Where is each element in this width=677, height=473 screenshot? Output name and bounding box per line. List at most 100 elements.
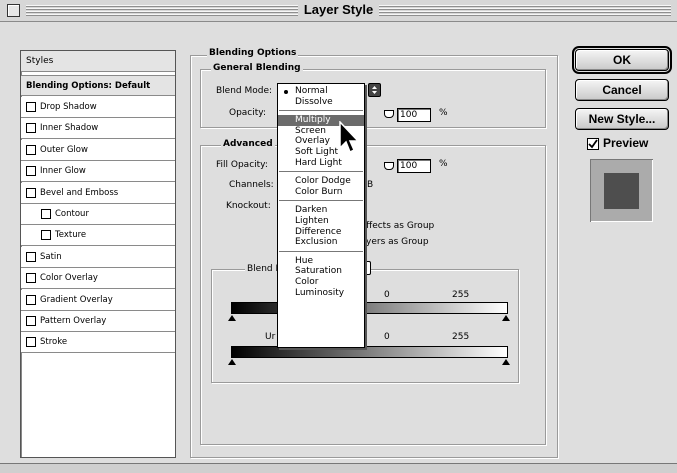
menu-item[interactable]: Color Dodge — [278, 176, 364, 187]
this-layer-low: 0 — [384, 290, 390, 300]
style-item[interactable]: Texture — [21, 225, 175, 247]
style-item[interactable]: Gradient Overlay — [21, 289, 175, 311]
style-item-label: Stroke — [40, 337, 68, 348]
fill-opacity-unit: % — [439, 159, 448, 169]
check-icon — [588, 139, 598, 149]
style-checkbox[interactable] — [41, 209, 51, 219]
style-item[interactable]: Contour — [21, 204, 175, 225]
fill-opacity-label: Fill Opacity: — [216, 160, 268, 170]
this-layer-high: 255 — [452, 290, 470, 300]
menu-item[interactable]: Color Burn — [278, 187, 364, 198]
preview-swatch — [604, 173, 639, 209]
style-item-label: Drop Shadow — [40, 102, 97, 112]
menu-item[interactable]: Color — [278, 277, 364, 288]
style-item[interactable]: Inner Shadow — [21, 118, 175, 140]
underlying-low: 0 — [384, 332, 390, 342]
style-item[interactable]: Stroke — [21, 332, 175, 354]
style-item-label: Satin — [40, 251, 62, 262]
blend-mode-popup-arrow-icon[interactable] — [368, 83, 381, 97]
channels-partial: B — [367, 180, 374, 190]
style-item-label: Inner Glow — [40, 166, 86, 177]
menu-separator — [279, 110, 363, 112]
opacity-unit: % — [439, 108, 448, 118]
window-title: Layer Style — [297, 2, 380, 17]
menu-item[interactable]: Hue — [278, 256, 364, 267]
underlying-label: Ur — [265, 332, 276, 342]
underlying-white-slider-icon[interactable] — [502, 359, 510, 365]
underlying-black-slider-icon[interactable] — [228, 359, 236, 365]
style-checkbox[interactable] — [26, 187, 36, 198]
preview-label: Preview — [603, 136, 649, 150]
menu-item[interactable]: Dissolve — [278, 97, 364, 108]
knockout-label: Knockout: — [226, 201, 271, 211]
style-checkbox[interactable] — [26, 102, 36, 112]
opacity-slider-knob[interactable] — [384, 110, 394, 118]
opacity-input[interactable]: 100 — [397, 108, 431, 122]
title-bar[interactable]: Layer Style — [0, 0, 677, 22]
style-item-label: Pattern Overlay — [40, 316, 107, 326]
layers-group-label: yers as Group — [366, 237, 429, 247]
opacity-label: Opacity: — [229, 108, 266, 118]
styles-list: Styles Blending Options: Default Drop Sh… — [20, 50, 176, 458]
style-item-label: Outer Glow — [40, 144, 88, 155]
general-blending-group — [200, 69, 546, 128]
style-item[interactable]: Outer Glow — [21, 139, 175, 161]
arrow-cursor-icon — [339, 121, 359, 154]
style-checkbox[interactable] — [26, 251, 36, 262]
style-item-label: Texture — [55, 230, 87, 241]
advanced-blending-legend: Advanced — [221, 139, 275, 149]
channels-label: Channels: — [229, 180, 274, 190]
blend-mode-label: Blend Mode: — [216, 86, 273, 96]
effects-group-label: ffects as Group — [366, 221, 435, 231]
blending-options-item[interactable]: Blending Options: Default — [21, 75, 175, 96]
style-checkbox[interactable] — [26, 337, 36, 348]
this-layer-white-slider-icon[interactable] — [502, 315, 510, 321]
style-checkbox[interactable] — [26, 316, 36, 326]
style-item[interactable]: Inner Glow — [21, 161, 175, 183]
menu-separator — [279, 171, 363, 173]
menu-item[interactable]: Luminosity — [278, 288, 364, 299]
style-item[interactable]: Drop Shadow — [21, 97, 175, 118]
fill-opacity-input[interactable]: 100 — [397, 159, 431, 173]
style-item[interactable]: Bevel and Emboss — [21, 182, 175, 204]
style-item-label: Contour — [55, 209, 89, 219]
new-style-button[interactable]: New Style... — [575, 108, 669, 130]
menu-item[interactable]: Normal — [278, 86, 364, 97]
style-item[interactable]: Color Overlay — [21, 268, 175, 290]
preview-checkbox[interactable] — [587, 138, 599, 150]
blend-if-legend: Blend I — [245, 264, 281, 274]
style-checkbox[interactable] — [26, 123, 36, 134]
menu-item[interactable]: Saturation — [278, 266, 364, 277]
style-item[interactable]: Pattern Overlay — [21, 311, 175, 332]
blending-options-legend: Blending Options — [207, 48, 299, 58]
menu-item[interactable]: Lighten — [278, 216, 364, 227]
menu-item[interactable]: Darken — [278, 205, 364, 216]
style-item[interactable]: Satin — [21, 246, 175, 268]
style-checkbox[interactable] — [26, 144, 36, 155]
style-checkbox[interactable] — [26, 273, 36, 284]
menu-item[interactable]: Hard Light — [278, 158, 364, 169]
general-blending-legend: General Blending — [211, 63, 303, 73]
style-item-label: Inner Shadow — [40, 123, 99, 134]
style-checkbox[interactable] — [26, 294, 36, 305]
style-checkbox[interactable] — [41, 230, 51, 241]
style-checkbox[interactable] — [26, 166, 36, 177]
selected-bullet-icon — [284, 90, 288, 94]
cancel-button[interactable]: Cancel — [575, 79, 669, 101]
style-item-label: Bevel and Emboss — [40, 187, 119, 198]
this-layer-black-slider-icon[interactable] — [228, 315, 236, 321]
style-item-label: Gradient Overlay — [40, 294, 113, 305]
blend-if-group — [211, 269, 519, 383]
window-bottom-edge — [0, 463, 677, 473]
menu-item[interactable]: Exclusion — [278, 237, 364, 248]
this-layer-gradient — [231, 302, 508, 314]
menu-separator — [279, 200, 363, 202]
underlying-high: 255 — [452, 332, 470, 342]
menu-item[interactable]: Difference — [278, 227, 364, 238]
style-item-label: Color Overlay — [40, 273, 98, 284]
underlying-gradient — [231, 346, 508, 358]
styles-header[interactable]: Styles — [21, 51, 175, 72]
menu-separator — [279, 250, 363, 252]
ok-button[interactable]: OK — [572, 46, 672, 74]
fill-opacity-slider-knob[interactable] — [384, 162, 394, 170]
